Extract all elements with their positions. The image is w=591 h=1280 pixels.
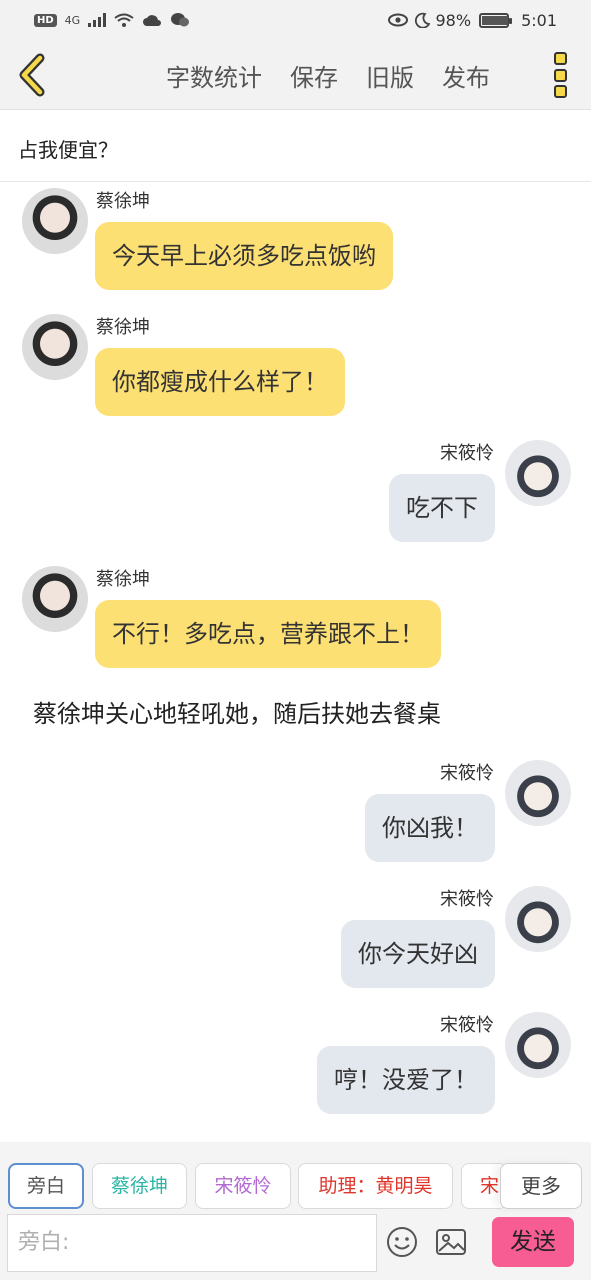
avatar: [505, 886, 571, 952]
cloud-icon: [143, 15, 162, 26]
composer: 旁白 蔡徐坤 宋筱怜 助理：黄明昊 宋 更多 旁白: 发送: [0, 1142, 591, 1280]
more-menu-icon[interactable]: [550, 52, 570, 98]
more-roles-button[interactable]: 更多: [500, 1163, 582, 1209]
avatar: [505, 1012, 571, 1078]
message-input[interactable]: 旁白:: [7, 1214, 377, 1272]
avatar: [22, 314, 88, 380]
hd-icon: HD: [34, 13, 57, 27]
story-title[interactable]: 占我便宜？: [0, 110, 591, 182]
message-bubble[interactable]: 你今天好凶: [341, 920, 495, 988]
sender-name: 宋筱怜: [440, 763, 494, 784]
battery-icon: [479, 12, 513, 28]
top-toolbar: 字数统计 保存 旧版 发布: [0, 40, 591, 110]
avatar: [22, 566, 88, 632]
role-chip-song[interactable]: 宋筱怜: [195, 1163, 291, 1209]
clock: 5:01: [521, 10, 557, 30]
publish-button[interactable]: 发布: [442, 58, 490, 93]
signal-icon: [88, 13, 107, 27]
status-bar: HD 4G 98% 5:01: [0, 0, 591, 40]
battery-level: [482, 15, 508, 25]
eye-icon: [387, 13, 408, 27]
sender-name: 宋筱怜: [440, 443, 494, 464]
status-right: 98% 5:01: [387, 10, 557, 30]
send-button[interactable]: 发送: [492, 1217, 574, 1267]
message-bubble[interactable]: 今天早上必须多吃点饭哟: [95, 222, 393, 290]
sender-name: 蔡徐坤: [96, 317, 150, 338]
role-chip-assistant[interactable]: 助理：黄明昊: [298, 1163, 453, 1209]
narration-text[interactable]: 蔡徐坤关心地轻吼她，随后扶她去餐桌: [33, 694, 441, 729]
network-type: 4G: [64, 13, 81, 27]
message-bubble[interactable]: 你都瘦成什么样了！: [95, 348, 345, 416]
word-count-button[interactable]: 字数统计: [166, 58, 262, 93]
message-bubble[interactable]: 你凶我！: [365, 794, 495, 862]
sender-name: 宋筱怜: [440, 889, 494, 910]
sender-name: 蔡徐坤: [96, 569, 150, 590]
sender-name: 蔡徐坤: [96, 191, 150, 212]
battery-text: 98%: [435, 10, 472, 30]
wechat-icon: [171, 13, 190, 27]
moon-icon: [414, 12, 430, 28]
role-chip-narrator[interactable]: 旁白: [8, 1163, 84, 1209]
status-left: HD 4G: [34, 12, 190, 28]
wifi-icon: [114, 13, 134, 27]
chat-editor-screen: HD 4G 98% 5:01 字数统计 保存 旧版 发布 占我便宜？ 蔡徐坤 今…: [0, 0, 591, 1280]
back-arrow-icon[interactable]: [12, 52, 58, 98]
message-bubble[interactable]: 吃不下: [389, 474, 495, 542]
image-icon[interactable]: [435, 1226, 467, 1258]
avatar: [505, 760, 571, 826]
avatar: [505, 440, 571, 506]
role-chip-cai[interactable]: 蔡徐坤: [92, 1163, 187, 1209]
save-button[interactable]: 保存: [290, 58, 338, 93]
emoji-icon[interactable]: [386, 1226, 418, 1258]
sender-name: 宋筱怜: [440, 1015, 494, 1036]
message-bubble[interactable]: 不行！多吃点，营养跟不上！: [95, 600, 441, 668]
avatar: [22, 188, 88, 254]
toolbar-actions: 字数统计 保存 旧版 发布: [166, 58, 490, 93]
old-version-button[interactable]: 旧版: [366, 58, 414, 93]
message-bubble[interactable]: 哼！没爱了！: [317, 1046, 495, 1114]
